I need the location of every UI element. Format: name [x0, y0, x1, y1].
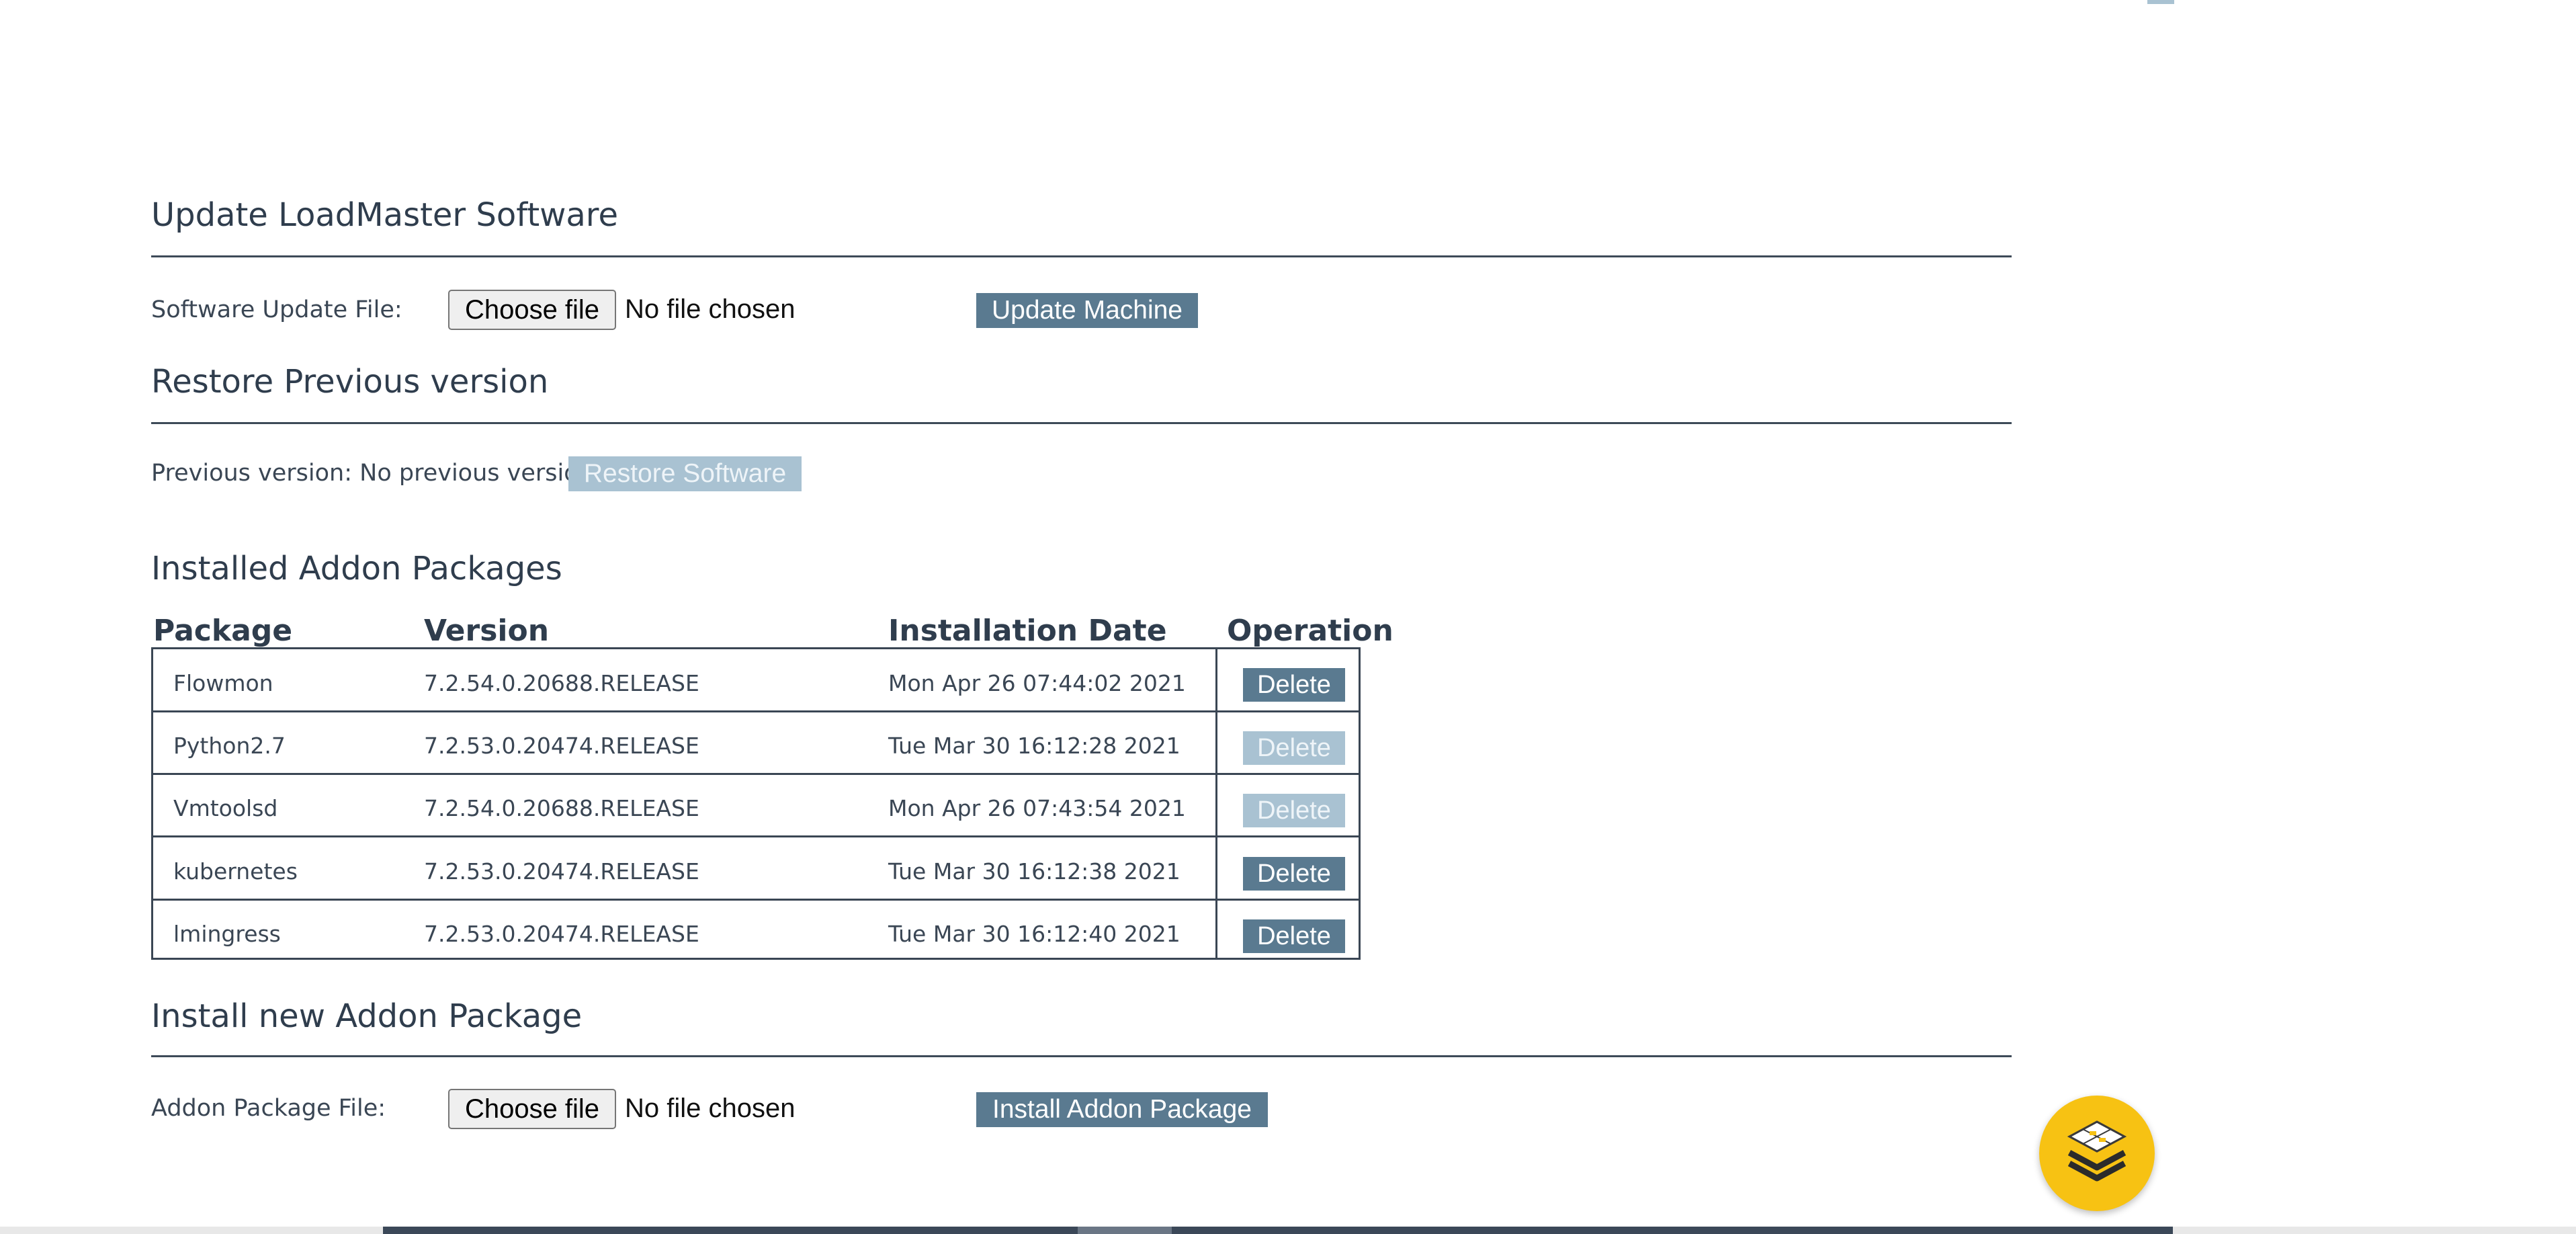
update-software-title: Update LoadMaster Software — [151, 196, 619, 234]
row-5-delete-button[interactable]: Delete — [1243, 919, 1345, 953]
column-header-package: Package — [153, 614, 293, 648]
row-5-version: 7.2.53.0.20474.RELEASE — [424, 921, 699, 947]
column-header-operation: Operation — [1227, 614, 1393, 648]
stacked-layers-icon — [2057, 1112, 2137, 1194]
row-separator — [151, 899, 1361, 901]
operation-column-divider — [1215, 647, 1217, 960]
install-section-divider — [151, 1055, 2012, 1057]
row-2-delete-button[interactable]: Delete — [1243, 731, 1345, 765]
restore-section-divider — [151, 422, 2012, 424]
row-4-version: 7.2.53.0.20474.RELEASE — [424, 858, 699, 885]
restore-version-title: Restore Previous version — [151, 363, 549, 401]
update-machine-button[interactable]: Update Machine — [976, 293, 1198, 328]
install-addon-title: Install new Addon Package — [151, 997, 583, 1035]
column-header-version: Version — [424, 614, 550, 648]
previous-version-label: Previous version: No previous version — [151, 460, 593, 487]
update-section-divider — [151, 255, 2012, 257]
software-update-choose-file-button[interactable]: Choose file — [448, 290, 616, 330]
row-3-version: 7.2.54.0.20688.RELEASE — [424, 795, 699, 821]
software-update-file-label: Software Update File: — [151, 296, 402, 323]
row-3-delete-button[interactable]: Delete — [1243, 794, 1345, 827]
row-1-package: Flowmon — [173, 670, 273, 696]
restore-software-button[interactable]: Restore Software — [568, 456, 802, 491]
row-1-delete-button[interactable]: Delete — [1243, 668, 1345, 702]
top-corner-indicator — [2147, 0, 2174, 4]
floating-help-widget[interactable] — [2039, 1096, 2155, 1211]
row-5-package: lmingress — [173, 921, 281, 947]
row-4-delete-button[interactable]: Delete — [1243, 857, 1345, 891]
row-2-date: Tue Mar 30 16:12:28 2021 — [888, 733, 1180, 759]
install-addon-package-button[interactable]: Install Addon Package — [976, 1092, 1268, 1127]
row-2-package: Python2.7 — [173, 733, 286, 759]
row-separator — [151, 773, 1361, 775]
addon-package-file-label: Addon Package File: — [151, 1095, 386, 1122]
row-separator — [151, 835, 1361, 837]
row-separator — [151, 710, 1361, 712]
row-1-date: Mon Apr 26 07:44:02 2021 — [888, 670, 1186, 696]
addon-file-status: No file chosen — [625, 1094, 796, 1123]
row-3-package: Vmtoolsd — [173, 795, 278, 821]
row-4-date: Tue Mar 30 16:12:38 2021 — [888, 858, 1180, 885]
row-1-version: 7.2.54.0.20688.RELEASE — [424, 670, 699, 696]
addon-choose-file-button[interactable]: Choose file — [448, 1089, 616, 1129]
installed-addons-title: Installed Addon Packages — [151, 550, 562, 587]
row-5-date: Tue Mar 30 16:12:40 2021 — [888, 921, 1180, 947]
column-header-installation-date: Installation Date — [888, 614, 1167, 648]
software-update-file-status: No file chosen — [625, 294, 796, 324]
row-3-date: Mon Apr 26 07:43:54 2021 — [888, 795, 1186, 821]
row-4-package: kubernetes — [173, 858, 298, 885]
horizontal-scrollbar-thumb[interactable] — [383, 1227, 2173, 1234]
row-2-version: 7.2.53.0.20474.RELEASE — [424, 733, 699, 759]
scrollbar-highlight — [1078, 1227, 1172, 1234]
